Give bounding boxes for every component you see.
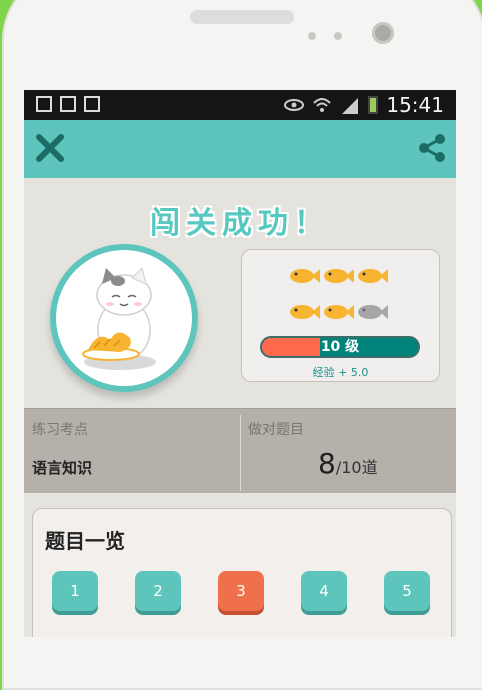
system-icons: 15:41: [284, 93, 444, 117]
practice-label: 练习考点: [32, 422, 88, 438]
level-label: 10 级: [320, 339, 360, 355]
status-bar: 15:41: [24, 90, 456, 120]
notification-icons: [36, 96, 100, 112]
fish-icon: [324, 305, 354, 319]
level-progress-bar: 10 级: [260, 336, 420, 358]
download-icon: [84, 96, 100, 112]
correct-total: /10道: [335, 458, 378, 477]
fish-icon: [324, 269, 354, 283]
practice-value: 语言知识: [32, 459, 93, 477]
stat-divider: [240, 415, 241, 491]
result-section: 闯关成功！ 10 级 经验 + 5.0: [24, 178, 456, 408]
question-button-1[interactable]: 1: [52, 571, 98, 611]
question-button-4[interactable]: 4: [301, 571, 347, 611]
stats-bar: 练习考点 语言知识 做对题目 8/10道: [24, 408, 456, 493]
correct-number: 8: [318, 447, 336, 480]
fish-icon: [358, 269, 388, 283]
sim-card-icon: [36, 96, 52, 112]
image-icon: [60, 96, 76, 112]
page-title: 闯关成功！: [150, 206, 330, 241]
phone-sensor: [308, 32, 316, 40]
avatar: [50, 244, 198, 392]
fish-icon: [290, 269, 320, 283]
question-overview: 题目一览 12345: [32, 508, 452, 637]
cat-mascot: [56, 250, 192, 386]
phone-speaker: [190, 10, 294, 24]
phone-sensor: [334, 32, 342, 40]
fish-row: [288, 302, 388, 322]
screen: 15:41 闯关成功！ 10 级 经验 + 5.0 练习考点 语言知识 做对题目…: [24, 90, 456, 637]
fish-row: [288, 266, 388, 286]
wifi-icon: [313, 98, 332, 112]
clock: 15:41: [386, 93, 444, 117]
cat-icon: [82, 267, 156, 370]
action-bar: [24, 120, 456, 178]
eye-icon: [284, 99, 305, 111]
question-button-5[interactable]: 5: [384, 571, 430, 611]
close-icon[interactable]: [32, 130, 68, 166]
fish-icon-empty: [358, 305, 388, 319]
correct-label: 做对题目: [248, 422, 304, 438]
battery-icon: [368, 96, 379, 114]
reward-card: 10 级 经验 + 5.0: [241, 249, 440, 382]
share-icon[interactable]: [414, 130, 450, 166]
exp-gain: 经验 + 5.0: [312, 366, 369, 379]
fish-icon: [290, 305, 320, 319]
question-button-3[interactable]: 3: [218, 571, 264, 611]
question-overview-title: 题目一览: [45, 529, 125, 553]
correct-count: 8/10道: [318, 447, 378, 480]
phone-camera: [372, 22, 394, 44]
signal-icon: [342, 98, 359, 114]
question-button-2[interactable]: 2: [135, 571, 181, 611]
